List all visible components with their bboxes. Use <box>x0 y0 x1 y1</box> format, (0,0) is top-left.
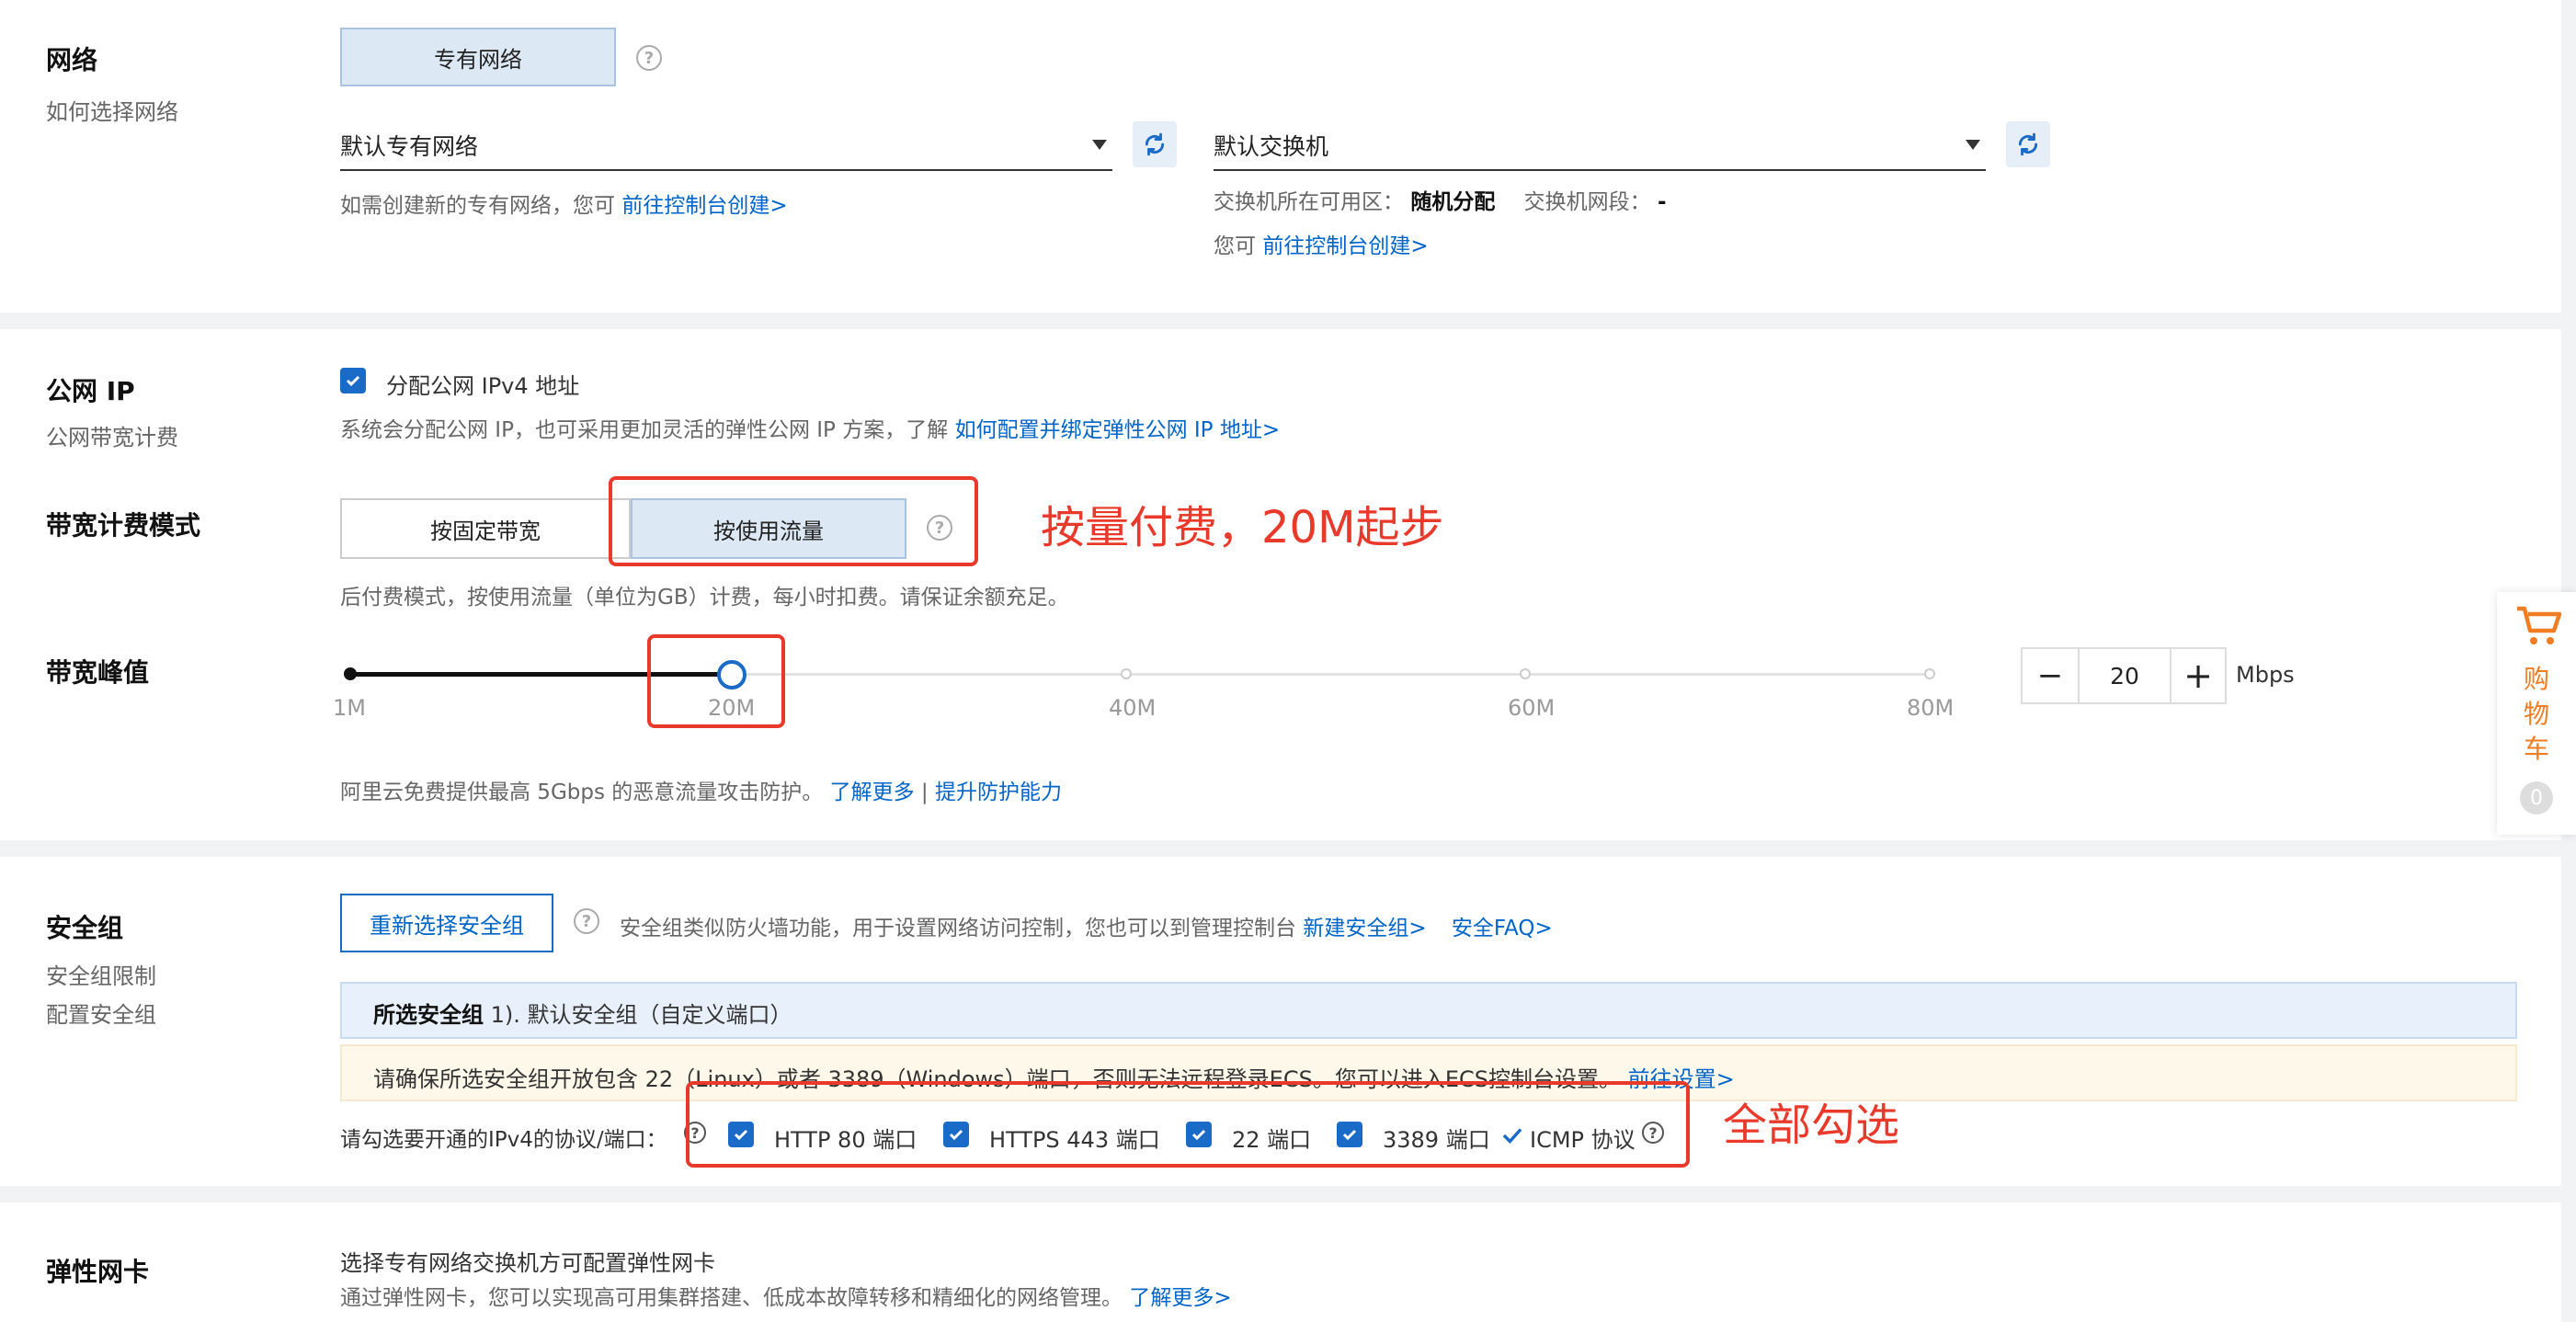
vswitch-select-value: 默认交换机 <box>1214 133 1329 160</box>
security-subtitle-config[interactable]: 配置安全组 <box>46 997 156 1029</box>
refresh-vswitch-button[interactable] <box>2006 121 2050 167</box>
refresh-vpc-button[interactable] <box>1133 121 1177 167</box>
chevron-down-icon <box>1966 140 1980 150</box>
public-ip-title: 公网 IP <box>46 376 135 406</box>
tick-label: 80M <box>1907 695 1955 721</box>
eip-config-link[interactable]: 如何配置并绑定弹性公网 IP 地址> <box>955 418 1281 442</box>
selected-security-group-value: 1). 默认安全组（自定义端口） <box>490 1002 792 1028</box>
vpc-select-value: 默认专有网络 <box>340 133 479 160</box>
zone-value: 随机分配 <box>1410 190 1496 214</box>
ddos-protect-hint: 阿里云免费提供最高 5Gbps 的恶意流量攻击防护。 了解更多 | 提升防护能力 <box>340 781 1062 804</box>
chevron-down-icon <box>1092 140 1107 150</box>
learn-more-link[interactable]: 了解更多 <box>830 781 915 804</box>
network-section: 网络 如何选择网络 专有网络 ? 默认专有网络 如需创建新的专有网络，您可 前往… <box>0 0 2561 313</box>
tick-label: 40M <box>1109 695 1157 721</box>
slider-tick-40 <box>1121 668 1132 679</box>
new-security-group-link[interactable]: 新建安全组> <box>1303 917 1426 940</box>
public-ip-subtitle[interactable]: 公网带宽计费 <box>46 419 178 451</box>
shopping-cart-widget[interactable]: 购物车 0 <box>2497 592 2576 835</box>
network-title: 网络 <box>46 45 98 75</box>
bandwidth-unit: Mbps <box>2236 662 2295 688</box>
check-icon <box>346 375 360 387</box>
slider-tick-60 <box>1520 668 1531 679</box>
cart-count-badge: 0 <box>2520 781 2553 815</box>
annotation-ports-note: 全部勾选 <box>1723 1100 1900 1151</box>
eni-title: 弹性网卡 <box>46 1257 150 1287</box>
fixed-bandwidth-button[interactable]: 按固定带宽 <box>340 498 631 559</box>
annotation-box-billing <box>609 476 978 566</box>
vswitch-hint: 您可 前往控制台创建> <box>1214 234 1429 258</box>
selected-security-group-bar: 所选安全组 1). 默认安全组（自定义端口） <box>340 982 2517 1039</box>
eni-line2: 通过弹性网卡，您可以实现高可用集群搭建、低成本故障转移和精细化的网络管理。 了解… <box>340 1286 1232 1310</box>
refresh-icon <box>1145 132 1165 156</box>
improve-protection-link[interactable]: 提升防护能力 <box>935 781 1062 804</box>
vswitch-zone-info: 交换机所在可用区： 随机分配 交换机网段： - <box>1214 190 1667 214</box>
assign-ipv4-checkbox[interactable] <box>340 368 366 393</box>
eni-line1: 选择专有网络交换机方可配置弹性网卡 <box>340 1250 715 1276</box>
vpc-select[interactable]: 默认专有网络 <box>340 125 1112 171</box>
annotation-billing-note: 按量付费，20M起步 <box>1041 502 1444 553</box>
eni-section: 弹性网卡 选择专有网络交换机方可配置弹性网卡 通过弹性网卡，您可以实现高可用集群… <box>0 1202 2561 1322</box>
increase-button[interactable]: + <box>2170 649 2225 702</box>
slider-start-dot <box>344 667 357 680</box>
security-title: 安全组 <box>46 913 124 943</box>
security-faq-link[interactable]: 安全FAQ> <box>1452 917 1553 940</box>
help-icon[interactable]: ? <box>574 908 599 934</box>
annotation-box-ports <box>686 1081 1690 1168</box>
slider-tick-80 <box>1924 668 1935 679</box>
tick-label: 1M <box>333 695 366 721</box>
refresh-icon <box>2018 132 2038 156</box>
vswitch-select[interactable]: 默认交换机 <box>1214 125 1986 171</box>
assign-ipv4-label[interactable]: 分配公网 IPv4 地址 <box>386 368 579 400</box>
security-hint: 安全组类似防火墙功能，用于设置网络访问控制，您也可以到管理控制台 新建安全组> … <box>620 917 1553 940</box>
eni-learn-more-link[interactable]: 了解更多> <box>1129 1286 1231 1310</box>
public-ip-hint: 系统会分配公网 IP，也可采用更加灵活的弹性公网 IP 方案，了解 如何配置并绑… <box>340 418 1281 442</box>
ports-label: 请勾选要开通的IPv4的协议/端口： <box>340 1128 667 1152</box>
decrease-button[interactable]: − <box>2023 649 2080 702</box>
vpc-type-button[interactable]: 专有网络 <box>340 28 616 86</box>
annotation-box-slider <box>647 634 785 728</box>
help-icon[interactable]: ? <box>636 45 662 71</box>
vpc-hint: 如需创建新的专有网络，您可 前往控制台创建> <box>340 194 788 218</box>
vswitch-create-link[interactable]: 前往控制台创建> <box>1262 234 1428 258</box>
bandwidth-stepper: − 20 + <box>2021 647 2227 704</box>
selected-security-group-label: 所选安全组 <box>373 1002 484 1028</box>
cart-icon <box>2517 606 2562 644</box>
segment-value: - <box>1657 190 1667 214</box>
security-subtitle-limit[interactable]: 安全组限制 <box>46 958 156 990</box>
bandwidth-value[interactable]: 20 <box>2080 649 2170 702</box>
public-ip-section: 公网 IP 公网带宽计费 分配公网 IPv4 地址 系统会分配公网 IP，也可采… <box>0 329 2561 840</box>
billing-title: 带宽计费模式 <box>46 510 201 541</box>
cart-label: 购物车 <box>2523 664 2549 764</box>
vpc-create-link[interactable]: 前往控制台创建> <box>621 194 787 218</box>
network-subtitle[interactable]: 如何选择网络 <box>46 94 178 126</box>
reselect-security-group-button[interactable]: 重新选择安全组 <box>340 894 553 952</box>
bandwidth-title: 带宽峰值 <box>46 657 150 688</box>
billing-hint: 后付费模式，按使用流量（单位为GB）计费，每小时扣费。请保证余额充足。 <box>340 586 1069 610</box>
tick-label: 60M <box>1508 695 1556 721</box>
